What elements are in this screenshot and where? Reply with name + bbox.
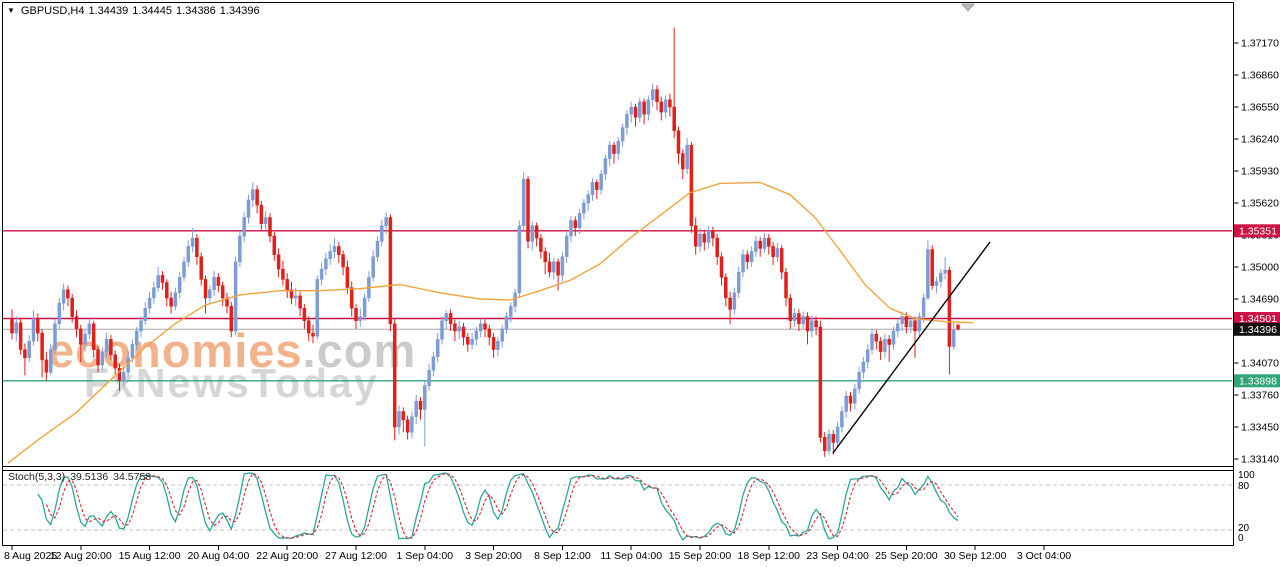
price-axis[interactable]: 1.37170 1.36860 1.36550 1.36240 1.35930 1.356… xyxy=(1234,38,1280,545)
quote-low: 1.34386 xyxy=(176,5,216,17)
price-tick-label: 1.35000 xyxy=(1241,262,1279,274)
time-tick-label: 15 Aug 12:00 xyxy=(119,550,181,562)
stoch-scale-label: 80 xyxy=(1238,481,1250,492)
time-axis[interactable]: 8 Aug 202512 Aug 20:0015 Aug 12:0020 Aug… xyxy=(4,546,1071,563)
time-tick-label: 11 Sep 04:00 xyxy=(600,550,662,562)
main-pane[interactable] xyxy=(3,28,1233,464)
stoch-d-line xyxy=(46,473,958,538)
price-tick-label: 1.36860 xyxy=(1241,70,1279,82)
time-tick-label: 8 Sep 12:00 xyxy=(534,550,591,562)
price-tick-label: 1.34690 xyxy=(1241,294,1279,306)
stoch-pane[interactable] xyxy=(3,473,1233,540)
stoch-scale-label: 0 xyxy=(1238,533,1244,544)
indicator-value-d: 34.5758 xyxy=(113,471,151,483)
price-tick-label: 1.36550 xyxy=(1241,102,1279,114)
price-tick-label: 1.36240 xyxy=(1241,134,1279,146)
time-tick-label: 30 Sep 12:00 xyxy=(944,550,1007,562)
price-tick-label: 1.33760 xyxy=(1241,390,1279,402)
price-badge-text: 1.35351 xyxy=(1239,225,1277,237)
time-tick-label: 3 Sep 20:00 xyxy=(465,550,522,562)
stoch-k-line xyxy=(38,473,958,540)
time-tick-label: 22 Aug 20:00 xyxy=(256,550,318,562)
price-tick-label: 1.33140 xyxy=(1241,454,1279,466)
time-tick-label: 1 Sep 04:00 xyxy=(396,550,453,562)
price-tick-label: 1.34070 xyxy=(1241,358,1279,370)
time-tick-label: 3 Oct 04:00 xyxy=(1017,550,1071,562)
chart-window: economies.com FxNewsToday 1.371701.36860… xyxy=(0,0,1280,567)
price-tick-label: 1.37170 xyxy=(1241,38,1279,50)
indicator-label: Stoch(5,3,3) 39.5136 34.5758 xyxy=(8,471,156,483)
time-tick-label: 18 Sep 12:00 xyxy=(738,550,801,562)
symbol-dropdown-icon[interactable]: ▼ xyxy=(7,6,15,15)
price-badge-text: 1.33898 xyxy=(1239,375,1277,387)
indicator-value-k: 39.5136 xyxy=(70,471,108,483)
chart-shift-marker-icon xyxy=(962,4,974,11)
candles-layer xyxy=(11,28,960,457)
indicator-name: Stoch(5,3,3) xyxy=(8,471,65,483)
time-tick-label: 23 Sep 04:00 xyxy=(806,550,869,562)
price-badge-text: 1.34396 xyxy=(1239,324,1277,336)
price-tick-label: 1.35930 xyxy=(1241,166,1279,178)
time-tick-label: 12 Aug 20:00 xyxy=(50,550,112,562)
symbol-label: GBPUSD,H4 xyxy=(21,5,85,17)
time-tick-label: 20 Aug 04:00 xyxy=(187,550,249,562)
symbol-quote-line: ▼ GBPUSD,H4 1.344391.34445 1.34386 1.34396 xyxy=(7,5,264,17)
price-tick-label: 1.35620 xyxy=(1241,198,1279,210)
ma-line[interactable] xyxy=(8,182,973,463)
quote-open: 1.34439 xyxy=(89,5,129,17)
time-tick-label: 27 Aug 12:00 xyxy=(325,550,387,562)
quote-high: 1.34445 xyxy=(132,5,172,17)
price-tick-label: 1.33450 xyxy=(1241,422,1279,434)
stoch-scale-label: 100 xyxy=(1238,470,1255,481)
time-tick-label: 25 Sep 20:00 xyxy=(875,550,938,562)
quote-close: 1.34396 xyxy=(220,5,260,17)
chart-frame xyxy=(3,3,1234,546)
time-tick-label: 15 Sep 20:00 xyxy=(669,550,732,562)
chart-canvas[interactable]: 1.37170 1.36860 1.36550 1.36240 1.35930 1.356… xyxy=(0,0,1280,567)
